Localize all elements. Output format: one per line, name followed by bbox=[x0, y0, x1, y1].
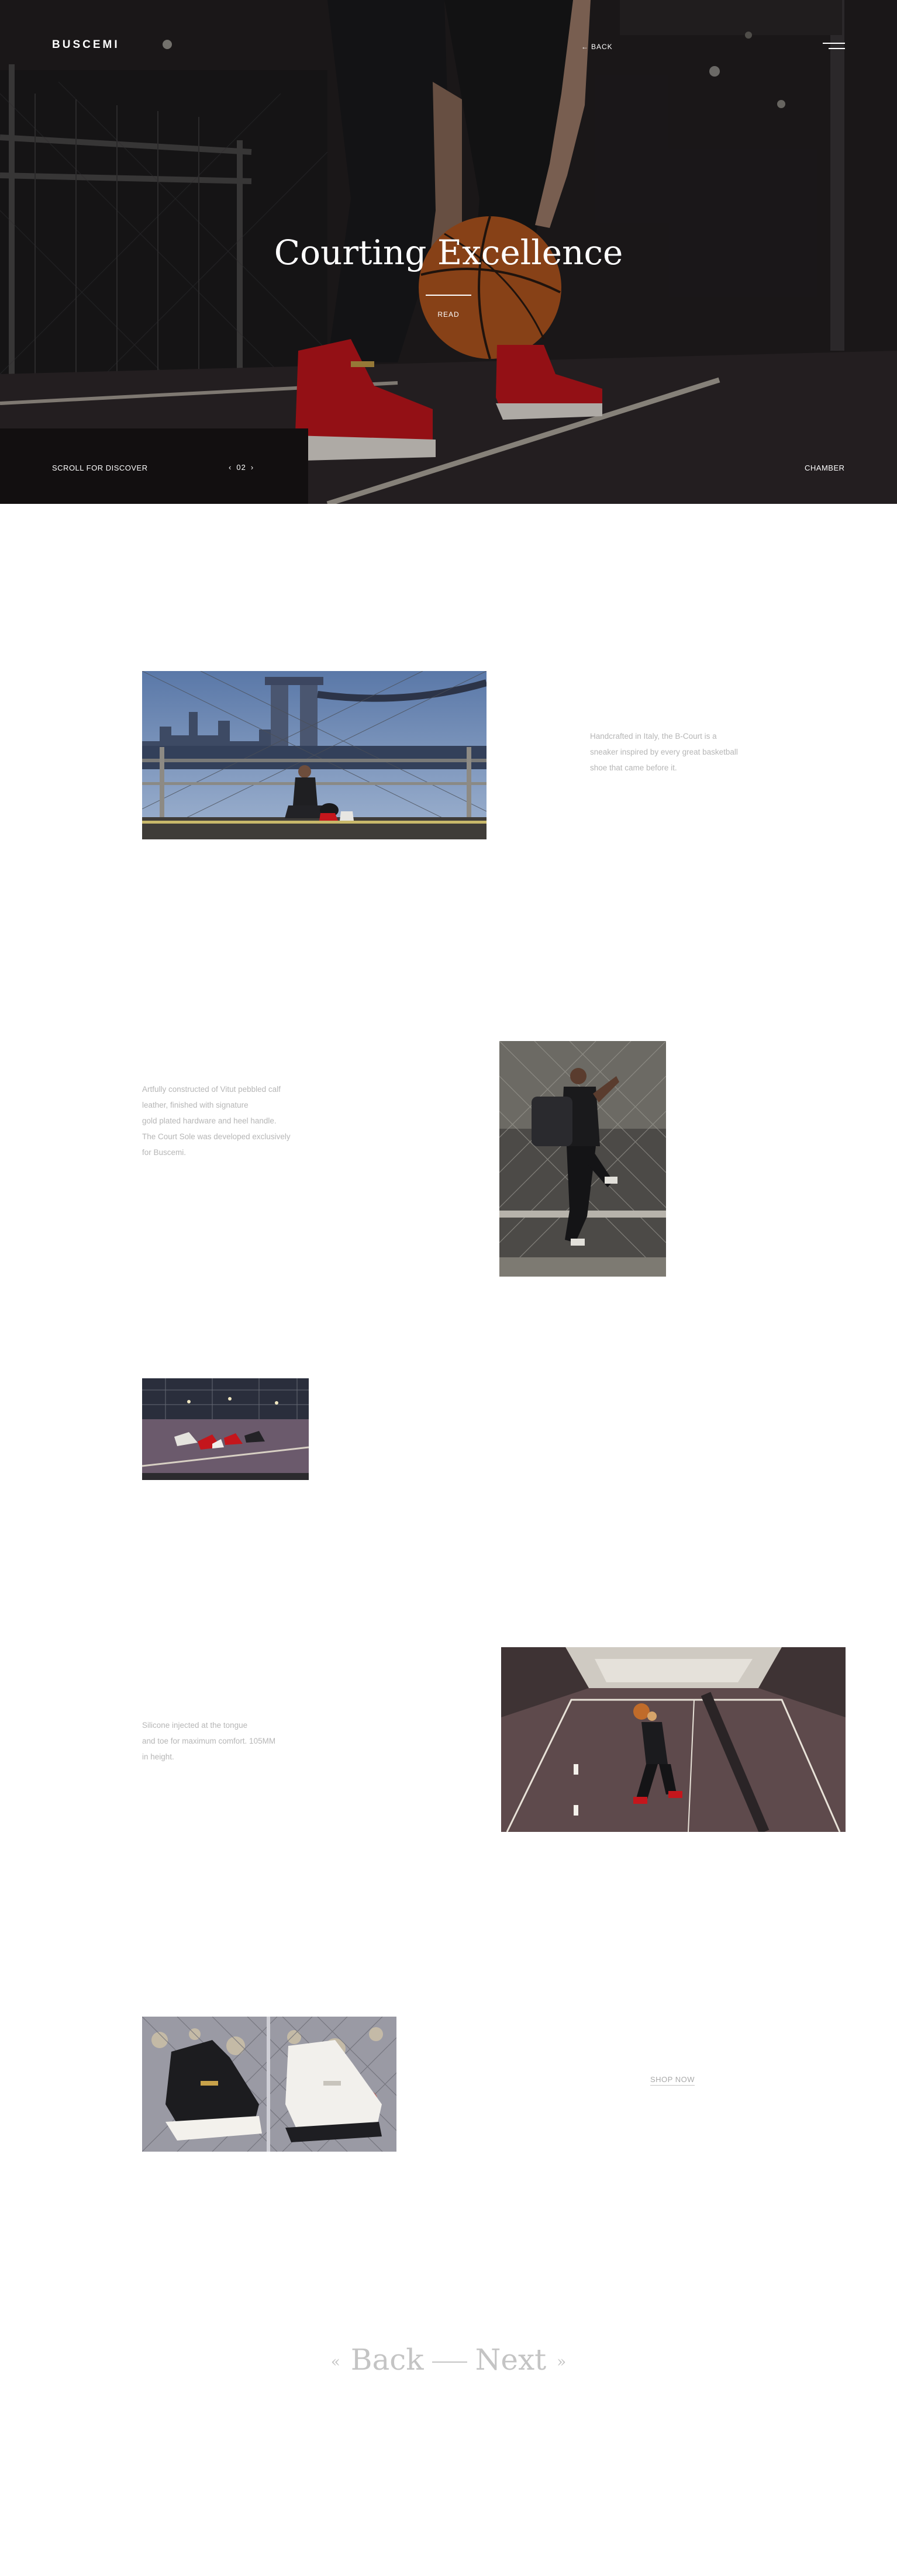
caption-line: Artfully constructed of Vitut pebbled ca… bbox=[142, 1085, 281, 1094]
brand-logo[interactable]: BUSCEMI bbox=[52, 39, 120, 51]
chevron-right-icon[interactable]: » bbox=[546, 2353, 577, 2371]
caption-line: in height. bbox=[142, 1752, 174, 1761]
pager-next-icon[interactable]: › bbox=[246, 463, 258, 472]
back-link[interactable]: ← BACK bbox=[581, 43, 613, 51]
read-label: READ bbox=[437, 310, 460, 319]
photo-court-shoes bbox=[142, 1378, 309, 1480]
photo-fence-climb bbox=[499, 1041, 666, 1277]
pagination-nav: «Back Next» bbox=[0, 2343, 897, 2377]
arrow-left-icon: ← bbox=[581, 43, 589, 51]
caption-line: shoe that came before it. bbox=[590, 763, 677, 772]
caption-intro: Handcrafted in Italy, the B-Court is a s… bbox=[590, 728, 738, 776]
caption-line: and toe for maximum comfort. 105MM bbox=[142, 1737, 276, 1745]
hamburger-icon[interactable] bbox=[822, 41, 845, 51]
caption-line: gold plated hardware and heel handle. bbox=[142, 1116, 277, 1125]
back-nav-link[interactable]: Back bbox=[351, 2343, 424, 2377]
pager-number: 02 bbox=[236, 463, 246, 472]
photo-bridge-sitting bbox=[142, 671, 487, 839]
read-button[interactable]: READ bbox=[0, 310, 897, 319]
hero-bottom-panel bbox=[0, 428, 308, 504]
caption-line: The Court Sole was developed exclusively bbox=[142, 1132, 291, 1141]
page-title: Courting Excellence bbox=[274, 233, 623, 272]
title-divider bbox=[426, 295, 471, 296]
pager-prev-icon[interactable]: ‹ bbox=[224, 463, 236, 472]
caption-line: Silicone injected at the tongue bbox=[142, 1721, 248, 1730]
hero-section: BUSCEMI ← BACK Courting Excellence READ S… bbox=[0, 0, 897, 504]
next-nav-link[interactable]: Next bbox=[475, 2343, 547, 2377]
caption-leather: Artfully constructed of Vitut pebbled ca… bbox=[142, 1081, 291, 1160]
caption-line: leather, finished with signature bbox=[142, 1101, 249, 1109]
chamber-link[interactable]: CHAMBER bbox=[805, 464, 845, 472]
photo-court-jump bbox=[501, 1647, 846, 1832]
menu-line bbox=[823, 43, 845, 44]
caption-line: Handcrafted in Italy, the B-Court is a bbox=[590, 732, 717, 741]
caption-line: sneaker inspired by every great basketba… bbox=[590, 748, 738, 756]
shop-now-link[interactable]: SHOP NOW bbox=[650, 2075, 695, 2086]
menu-line bbox=[829, 48, 845, 49]
slide-pager: ‹ 02 › bbox=[224, 463, 258, 472]
back-label: BACK bbox=[591, 43, 613, 51]
caption-silicone: Silicone injected at the tongue and toe … bbox=[142, 1717, 275, 1765]
photo-product-pair bbox=[142, 2017, 396, 2152]
nav-separator bbox=[432, 2361, 467, 2363]
chevron-left-icon[interactable]: « bbox=[320, 2353, 351, 2371]
scroll-hint: SCROLL FOR DISCOVER bbox=[52, 464, 148, 472]
caption-line: for Buscemi. bbox=[142, 1148, 187, 1157]
